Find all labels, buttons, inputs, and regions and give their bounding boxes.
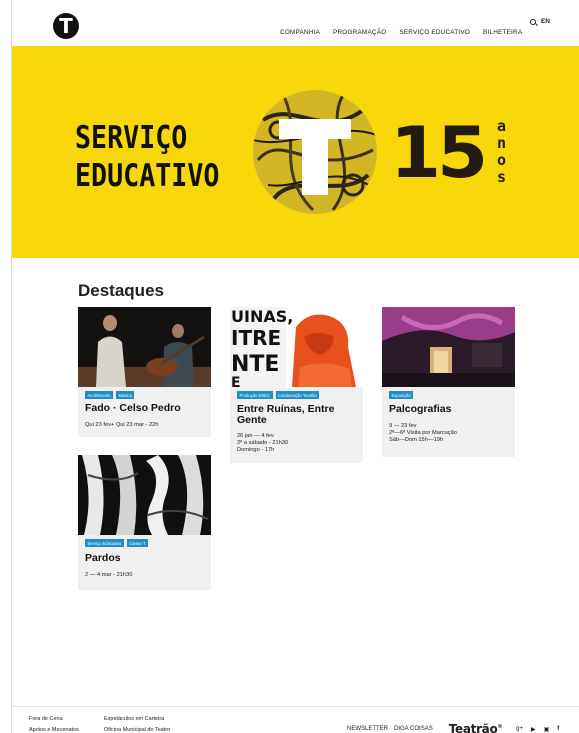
footer-brand-text: Teatrão bbox=[448, 722, 498, 733]
nav-bilheteira[interactable]: BILHETEIRA bbox=[483, 29, 522, 36]
footer-right: NEWSLETTER DIGA COISAS Teatrão® g+ ▶ ▣ f bbox=[347, 722, 567, 733]
event-card[interactable]: Serviço Educativo Classe T Pardos 2 — 4 … bbox=[78, 455, 211, 590]
svg-text:UINAS,: UINAS, bbox=[231, 307, 293, 326]
event-date: 2 — 4 mar - 21h30 bbox=[85, 572, 133, 578]
event-date: 26 jan — 4 fev 2ª a sábado - 21h30 Domin… bbox=[237, 433, 289, 453]
tag[interactable]: Serviço Educativo bbox=[85, 539, 124, 548]
event-image[interactable] bbox=[78, 455, 211, 535]
anos-letter: n bbox=[497, 134, 507, 152]
footer-link[interactable]: Oficina Municipal do Teatro bbox=[104, 725, 170, 733]
footer-divider bbox=[12, 706, 579, 707]
event-title[interactable]: Entre Ruínas, Entre Gente bbox=[237, 404, 357, 426]
footer-link[interactable]: Fora de Cena bbox=[29, 714, 79, 725]
header-tools: EN bbox=[529, 18, 550, 25]
instagram-icon[interactable]: ▣ bbox=[544, 726, 550, 733]
event-date: Qui 23 fev+ Qui 23 mar - 22h bbox=[85, 422, 159, 428]
anos-letter: o bbox=[497, 151, 507, 169]
anos-letter: a bbox=[497, 117, 507, 135]
event-title[interactable]: Pardos bbox=[85, 553, 121, 564]
svg-text:NTE: NTE bbox=[231, 352, 279, 377]
tag-list: Exposição bbox=[389, 391, 414, 400]
main-nav: COMPANHIA PROGRAMAÇÃO SERVIÇO EDUCATIVO … bbox=[280, 29, 535, 36]
search-icon[interactable] bbox=[529, 18, 536, 25]
banner-line2: EDUCATIVO bbox=[75, 158, 220, 194]
diga-coisas-link[interactable]: DIGA COISAS bbox=[394, 726, 433, 732]
banner-heading: SERVIÇO EDUCATIVO bbox=[75, 120, 220, 194]
tag[interactable]: Classe T bbox=[126, 539, 148, 548]
event-image[interactable] bbox=[78, 307, 211, 387]
tag[interactable]: Colaboração Teatrão bbox=[275, 391, 320, 400]
nav-servico-educativo[interactable]: SERVIÇO EDUCATIVO bbox=[399, 29, 470, 36]
footer-link[interactable]: Espetáculos em Carteira bbox=[104, 714, 170, 725]
tag[interactable]: Acolhimento bbox=[85, 391, 114, 400]
home-logo[interactable]: T bbox=[53, 13, 79, 39]
tag-list: Produção ESEC Colaboração Teatrão bbox=[237, 391, 320, 400]
footer-brand[interactable]: Teatrão® bbox=[448, 722, 503, 733]
newsletter-link[interactable]: NEWSLETTER bbox=[347, 726, 388, 732]
event-image[interactable] bbox=[382, 307, 515, 387]
tag[interactable]: Música bbox=[116, 391, 135, 400]
svg-text:ITRE: ITRE bbox=[231, 326, 281, 350]
banner-line1: SERVIÇO bbox=[75, 120, 188, 156]
footer-col-1: Fora de Cena Apoios e Mecenatos bbox=[29, 714, 79, 733]
event-card[interactable]: Acolhimento Música Fado · Celso Pedro Qu… bbox=[78, 307, 211, 437]
banner-number: 15 bbox=[390, 112, 488, 194]
footer-col-2: Espetáculos em Carteira Oficina Municipa… bbox=[104, 714, 170, 733]
section-title: Destaques bbox=[78, 281, 164, 300]
facebook-icon[interactable]: f bbox=[557, 726, 559, 732]
logo-letter: T bbox=[59, 14, 73, 38]
svg-text:E: E bbox=[231, 375, 241, 387]
tag[interactable]: Exposição bbox=[389, 391, 414, 400]
banner-anos: a n o s bbox=[497, 118, 506, 186]
tag[interactable]: Produção ESEC bbox=[237, 391, 273, 400]
event-card[interactable]: UINAS, ITRE NTE E Produção ESEC Colabora… bbox=[230, 307, 363, 463]
event-image[interactable]: UINAS, ITRE NTE E bbox=[230, 307, 363, 387]
nav-companhia[interactable]: COMPANHIA bbox=[280, 29, 320, 36]
anos-letter: s bbox=[497, 168, 507, 186]
event-title[interactable]: Palcografias bbox=[389, 404, 451, 415]
banner-big-t bbox=[279, 119, 351, 195]
tag-list: Acolhimento Música bbox=[85, 391, 135, 400]
hero-banner[interactable]: SERVIÇO EDUCATIVO 15 a n o s bbox=[12, 46, 579, 258]
tag-list: Serviço Educativo Classe T bbox=[85, 539, 148, 548]
nav-programacao[interactable]: PROGRAMAÇÃO bbox=[333, 29, 386, 36]
youtube-icon[interactable]: ▶ bbox=[531, 726, 536, 733]
event-date: 9 — 23 fev 2ª—6ª Visita por Marcação Sáb… bbox=[389, 423, 457, 443]
google-plus-icon[interactable]: g+ bbox=[516, 726, 523, 732]
footer-link[interactable]: Apoios e Mecenatos bbox=[29, 725, 79, 733]
event-card[interactable]: Exposição Palcografias 9 — 23 fev 2ª—6ª … bbox=[382, 307, 515, 457]
page: T COMPANHIA PROGRAMAÇÃO SERVIÇO EDUCATIV… bbox=[11, 0, 579, 733]
language-switch[interactable]: EN bbox=[541, 18, 550, 25]
event-title[interactable]: Fado · Celso Pedro bbox=[85, 403, 181, 414]
site-header: T COMPANHIA PROGRAMAÇÃO SERVIÇO EDUCATIV… bbox=[12, 0, 579, 46]
